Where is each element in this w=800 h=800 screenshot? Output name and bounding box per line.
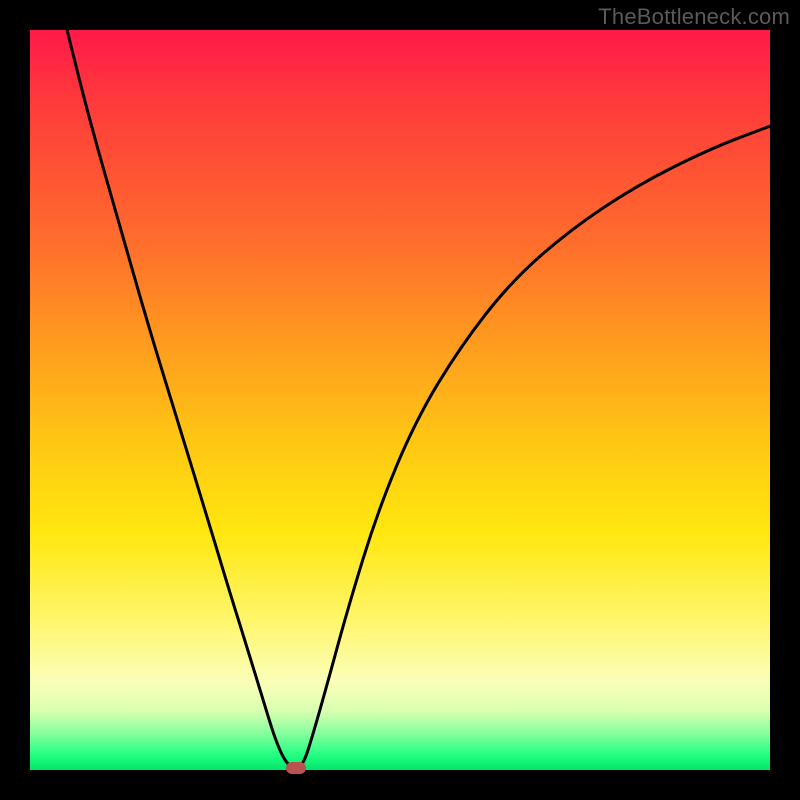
watermark-text: TheBottleneck.com: [598, 4, 790, 30]
min-marker: [286, 762, 306, 774]
curve-path: [67, 30, 770, 768]
plot-area: [30, 30, 770, 770]
bottleneck-curve: [30, 30, 770, 770]
chart-frame: TheBottleneck.com: [0, 0, 800, 800]
